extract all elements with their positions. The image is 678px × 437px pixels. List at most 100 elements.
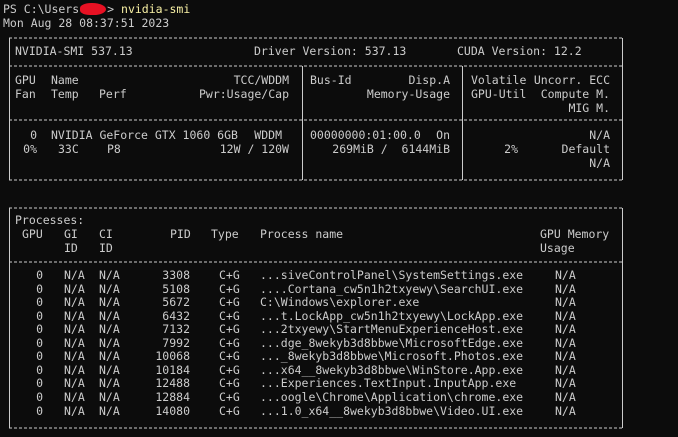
gpu-power: 12W / 120W: [219, 142, 289, 156]
process-name: C:\Windows\explorer.exe: [260, 295, 420, 310]
gpu-bus-id: 00000000:01:00.0: [310, 128, 421, 142]
hdr-pwr: Pwr:Usage/Cap: [198, 87, 289, 101]
proc-hdr-gi: GI: [64, 227, 78, 241]
process-gpu: 0: [36, 295, 43, 310]
process-memory: N/A: [555, 308, 576, 323]
hdr-memory-usage: Memory-Usage: [366, 87, 450, 101]
process-gpu: 0: [36, 281, 43, 296]
process-pid: 12488: [155, 376, 190, 391]
hdr-temp: Temp: [51, 87, 79, 101]
proc-hdr-ci-id: ID: [99, 241, 113, 255]
process-gi: N/A: [64, 335, 85, 350]
process-pid: 5108: [162, 281, 190, 296]
gpu-memory: 269MiB / 6144MiB: [332, 142, 450, 156]
process-type: C+G: [219, 295, 240, 310]
hdr-compute-m: Compute M.: [540, 87, 610, 101]
gpu-name: NVIDIA GeForce GTX 1060 6GB: [51, 128, 238, 142]
process-type: C+G: [219, 308, 240, 323]
process-gi: N/A: [64, 376, 85, 391]
process-pid: 12884: [155, 389, 190, 404]
process-memory: N/A: [555, 376, 576, 391]
process-memory: N/A: [555, 268, 576, 282]
hdr-name: Name: [51, 73, 79, 87]
gpu-temp: 33C: [58, 142, 79, 156]
smi-version: NVIDIA-SMI 537.13: [15, 44, 133, 58]
proc-hdr-gpu: GPU: [22, 227, 43, 241]
process-gi: N/A: [64, 389, 85, 404]
process-ci: N/A: [99, 389, 120, 404]
hdr-gpu: GPU: [15, 73, 36, 87]
gpu-compute-mode: Default: [561, 142, 610, 156]
process-memory: N/A: [555, 295, 576, 310]
process-ci: N/A: [99, 403, 120, 418]
process-memory: N/A: [555, 362, 576, 377]
process-name: ...x64__8wekyb3d8bbwe\WinStore.App.exe: [260, 362, 524, 377]
process-gi: N/A: [64, 349, 85, 364]
process-gi: N/A: [64, 322, 85, 337]
proc-hdr-pid: PID: [170, 227, 191, 241]
process-ci: N/A: [99, 322, 120, 337]
gpu-util: 2%: [504, 142, 518, 156]
process-gpu: 0: [36, 362, 43, 377]
hdr-disp-a: Disp.A: [408, 73, 450, 87]
process-type: C+G: [219, 403, 240, 418]
hdr-perf: Perf: [99, 87, 127, 101]
process-name: ...2txyewy\StartMenuExperienceHost.exe: [260, 322, 524, 337]
process-pid: 6432: [162, 308, 190, 323]
proc-hdr-usage: Usage: [540, 241, 575, 255]
process-memory: N/A: [555, 389, 576, 404]
process-gpu: 0: [36, 268, 43, 282]
process-gi: N/A: [64, 362, 85, 377]
process-gi: N/A: [64, 403, 85, 418]
process-pid: 7132: [162, 322, 190, 337]
hdr-volatile: Volatile: [471, 73, 527, 87]
process-type: C+G: [219, 322, 240, 337]
proc-hdr-name: Process name: [260, 227, 344, 241]
process-memory: N/A: [555, 403, 576, 418]
process-gi: N/A: [64, 308, 85, 323]
process-gpu: 0: [36, 403, 43, 418]
gpu-perf: P8: [107, 142, 121, 156]
process-pid: 5672: [162, 295, 190, 310]
process-gpu: 0: [36, 335, 43, 350]
process-type: C+G: [219, 362, 240, 377]
process-gi: N/A: [64, 281, 85, 296]
proc-hdr-gi-id: ID: [64, 241, 78, 255]
process-gpu: 0: [36, 322, 43, 337]
process-name: ...dge_8wekyb3d8bbwe\MicrosoftEdge.exe: [260, 335, 524, 350]
gpu-disp-a: On: [436, 128, 450, 142]
proc-hdr-gpu-memory: GPU Memory: [540, 227, 610, 241]
process-pid: 10184: [155, 362, 190, 377]
process-type: C+G: [219, 281, 240, 296]
process-pid: 3308: [162, 268, 190, 282]
process-ci: N/A: [99, 295, 120, 310]
process-ci: N/A: [99, 349, 120, 364]
process-name: ...1.0_x64__8wekyb3d8bbwe\Video.UI.exe: [260, 403, 524, 418]
process-pid: 14080: [155, 403, 190, 418]
process-type: C+G: [219, 349, 240, 364]
process-name: ...oogle\Chrome\Application\chrome.exe: [260, 389, 524, 404]
hdr-bus-id: Bus-Id: [310, 73, 352, 87]
process-ci: N/A: [99, 281, 120, 296]
process-ci: N/A: [99, 308, 120, 323]
process-memory: N/A: [555, 349, 576, 364]
process-ci: N/A: [99, 268, 120, 282]
process-memory: N/A: [555, 322, 576, 337]
cuda-version: CUDA Version: 12.2: [457, 44, 582, 58]
hdr-mig-m: MIG M.: [568, 101, 610, 115]
process-ci: N/A: [99, 362, 120, 377]
process-ci: N/A: [99, 335, 120, 350]
gpu-fan: 0%: [23, 142, 37, 156]
process-gpu: 0: [36, 376, 43, 391]
process-name: ....Cortana_cw5n1h2txyewy\SearchUI.exe: [260, 281, 524, 296]
proc-hdr-type: Type: [211, 227, 239, 241]
process-memory: N/A: [555, 335, 576, 350]
hdr-tcc-wddm: TCC/WDDM: [233, 73, 289, 87]
gpu-mode: WDDM: [254, 128, 282, 142]
gpu-index: 0: [30, 128, 37, 142]
process-type: C+G: [219, 268, 240, 282]
gpu-mig-mode: N/A: [589, 156, 610, 170]
process-pid: 7992: [162, 335, 190, 350]
process-type: C+G: [219, 389, 240, 404]
process-type: C+G: [219, 335, 240, 350]
